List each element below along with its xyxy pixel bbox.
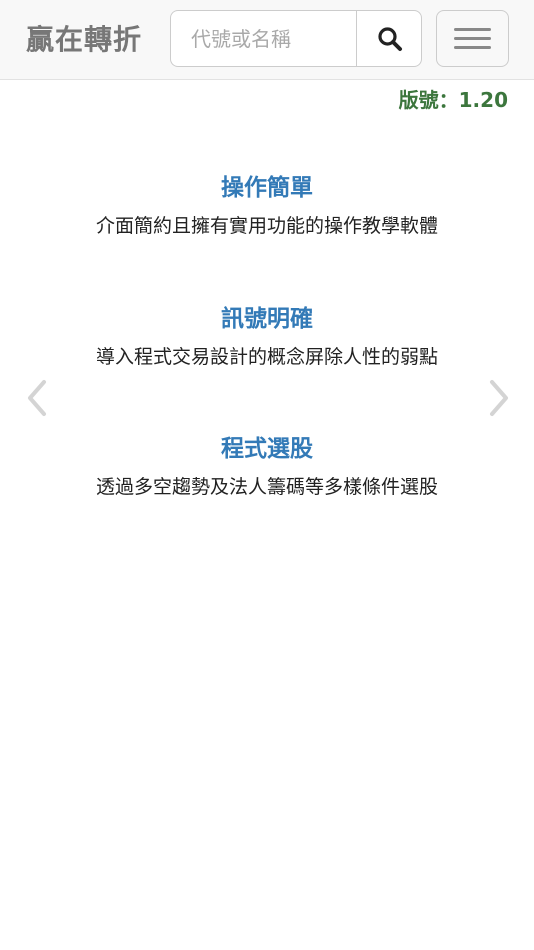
search-icon [378, 27, 402, 51]
menu-toggle-button[interactable] [436, 10, 509, 67]
search-input[interactable] [170, 10, 358, 67]
version-label: 版號：1.20 [398, 88, 508, 112]
feature-item: 程式選股 透過多空趨勢及法人籌碼等多樣條件選股 [0, 433, 534, 501]
search-group [170, 10, 422, 67]
brand-title[interactable]: 贏在轉折 [26, 20, 142, 60]
feature-carousel: 操作簡單 介面簡約且擁有實用功能的操作教學軟體 訊號明確 導入程式交易設計的概念… [0, 150, 534, 550]
feature-title: 操作簡單 [221, 175, 313, 201]
carousel-next-button[interactable] [482, 378, 512, 418]
feature-item: 訊號明確 導入程式交易設計的概念屏除人性的弱點 [0, 303, 534, 371]
feature-description: 導入程式交易設計的概念屏除人性的弱點 [95, 346, 438, 368]
feature-description: 介面簡約且擁有實用功能的操作教學軟體 [95, 215, 438, 237]
feature-item: 操作簡單 介面簡約且擁有實用功能的操作教學軟體 [0, 172, 534, 240]
feature-title: 訊號明確 [221, 306, 313, 332]
feature-title: 程式選股 [221, 436, 313, 462]
chevron-left-icon [28, 380, 46, 416]
search-button[interactable] [356, 10, 422, 67]
navbar: 贏在轉折 [0, 0, 534, 80]
chevron-right-icon [490, 380, 508, 416]
feature-description: 透過多空趨勢及法人籌碼等多樣條件選股 [95, 476, 438, 498]
carousel-prev-button[interactable] [24, 378, 54, 418]
